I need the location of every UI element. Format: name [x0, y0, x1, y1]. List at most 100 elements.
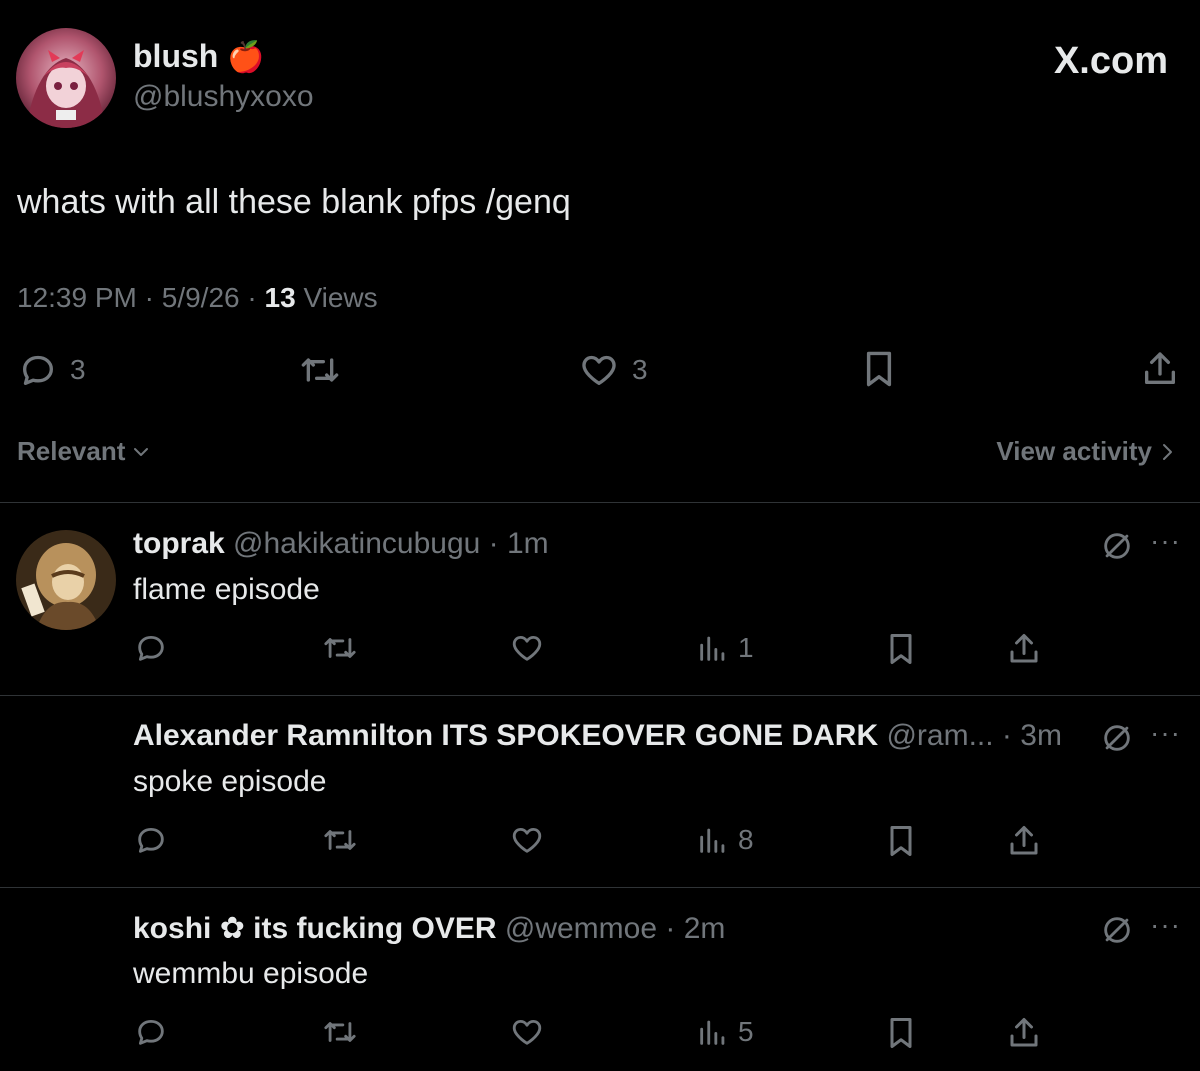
retweet-button[interactable] — [320, 823, 360, 857]
like-button[interactable]: 3 — [578, 350, 648, 390]
reply-text: flame episode — [133, 573, 320, 606]
reply-actions: 5 — [0, 1015, 1200, 1049]
reply-author-name[interactable]: toprak — [133, 527, 225, 560]
more-button[interactable]: ··· — [1150, 909, 1181, 941]
heart-icon — [512, 1019, 542, 1045]
tweet-meta: 12:39 PM · 5/9/26 · 13 Views — [17, 282, 378, 314]
share-icon — [1010, 1018, 1038, 1047]
author-avatar[interactable] — [16, 28, 116, 128]
reply-item[interactable]: koshi ✿ its fucking OVER @wemmoe · 2m ··… — [0, 887, 1200, 1071]
meta-separator: · — [993, 719, 1021, 752]
reply-author-name[interactable]: koshi ✿ its fucking OVER — [133, 912, 497, 945]
share-icon — [1010, 634, 1038, 663]
like-count: 3 — [632, 354, 648, 385]
retweet-button[interactable] — [320, 1015, 360, 1049]
views-button[interactable]: 5 — [696, 1015, 754, 1049]
grok-icon — [1104, 533, 1130, 559]
reply-item[interactable]: toprak @hakikatincubugu · 1m ··· flame e… — [0, 503, 1200, 695]
more-button[interactable]: ··· — [1150, 525, 1181, 557]
reply-time[interactable]: 1m — [507, 527, 549, 560]
grok-button[interactable] — [1100, 913, 1134, 947]
divider — [0, 695, 1200, 696]
share-icon — [1010, 826, 1038, 855]
views-button[interactable]: 8 — [696, 823, 754, 857]
meta-separator: · — [480, 527, 507, 560]
author-name-text: blush — [133, 38, 219, 74]
grok-icon — [1104, 725, 1130, 751]
grok-button[interactable] — [1100, 529, 1134, 563]
reply-avatar[interactable] — [16, 530, 116, 630]
heart-icon — [512, 827, 542, 853]
views-label: Views — [303, 282, 378, 313]
reply-time[interactable]: 2m — [684, 912, 726, 945]
view-activity-link[interactable]: View activity — [996, 436, 1176, 467]
heart-icon — [582, 355, 616, 385]
bookmark-button[interactable] — [884, 823, 918, 859]
share-button[interactable] — [1140, 348, 1180, 390]
reply-actions: 1 — [0, 631, 1200, 665]
reply-item[interactable]: Alexander Ramnilton ITS SPOKEOVER GONE D… — [0, 695, 1200, 887]
bookmark-button[interactable] — [860, 348, 898, 390]
views-icon — [700, 828, 725, 853]
reply-button[interactable] — [133, 631, 169, 665]
share-icon — [1145, 352, 1175, 384]
reply-time[interactable]: 3m — [1020, 719, 1062, 752]
like-button[interactable] — [508, 1015, 546, 1049]
retweet-icon — [324, 638, 356, 658]
grok-icon — [1104, 917, 1130, 943]
bookmark-icon — [866, 351, 892, 387]
views-count: 8 — [738, 824, 754, 855]
reply-author-handle[interactable]: @hakikatincubugu — [233, 527, 480, 560]
author-name[interactable]: blush 🍎 — [133, 38, 265, 75]
grok-button[interactable] — [1100, 721, 1134, 755]
views-count: 5 — [738, 1016, 754, 1047]
avatar-illustration — [16, 530, 116, 630]
reply-icon — [23, 355, 53, 385]
reply-author-handle[interactable]: @ram... — [886, 719, 993, 752]
meta-separator: · — [247, 282, 265, 313]
meta-separator: · — [144, 282, 162, 313]
views-button[interactable]: 1 — [696, 631, 754, 665]
reply-header: toprak @hakikatincubugu · 1m — [133, 527, 549, 561]
retweet-button[interactable] — [298, 350, 342, 390]
heart-icon — [512, 635, 542, 661]
author-handle[interactable]: @blushyxoxo — [133, 80, 314, 114]
bookmark-icon — [890, 634, 912, 664]
more-button[interactable]: ··· — [1150, 717, 1181, 749]
share-button[interactable] — [1006, 823, 1042, 859]
reply-header: koshi ✿ its fucking OVER @wemmoe · 2m — [133, 911, 725, 946]
chevron-down-icon — [134, 447, 149, 456]
share-button[interactable] — [1006, 631, 1042, 667]
meta-separator: · — [657, 912, 684, 945]
divider — [0, 887, 1200, 888]
reply-button[interactable] — [133, 823, 169, 857]
retweet-button[interactable] — [320, 631, 360, 665]
share-button[interactable] — [1006, 1015, 1042, 1051]
like-button[interactable] — [508, 823, 546, 857]
reply-button[interactable]: 3 — [18, 350, 86, 390]
retweet-icon — [324, 1022, 356, 1042]
tweet-date[interactable]: 5/9/26 — [162, 282, 240, 313]
bookmark-icon — [890, 826, 912, 856]
reply-text: spoke episode — [133, 765, 327, 798]
retweet-icon — [324, 830, 356, 850]
sort-dropdown[interactable]: Relevant — [17, 436, 151, 467]
like-button[interactable] — [508, 631, 546, 665]
bookmark-button[interactable] — [884, 1015, 918, 1051]
bookmark-icon — [890, 1018, 912, 1048]
chevron-right-icon — [1163, 443, 1172, 460]
reply-count: 3 — [70, 354, 86, 385]
reply-actions: 8 — [0, 823, 1200, 857]
reply-text: wemmbu episode — [133, 957, 369, 990]
tweet-time[interactable]: 12:39 PM — [17, 282, 137, 313]
reply-author-name[interactable]: Alexander Ramnilton ITS SPOKEOVER GONE D… — [133, 719, 878, 752]
brand-watermark: X.com — [1053, 40, 1168, 82]
reply-icon — [138, 635, 164, 661]
views-icon — [700, 636, 725, 661]
avatar-illustration — [16, 28, 116, 128]
retweet-icon — [301, 358, 339, 382]
reply-author-handle[interactable]: @wemmoe — [505, 912, 657, 945]
views-count: 1 — [738, 632, 754, 663]
reply-button[interactable] — [133, 1015, 169, 1049]
bookmark-button[interactable] — [884, 631, 918, 667]
